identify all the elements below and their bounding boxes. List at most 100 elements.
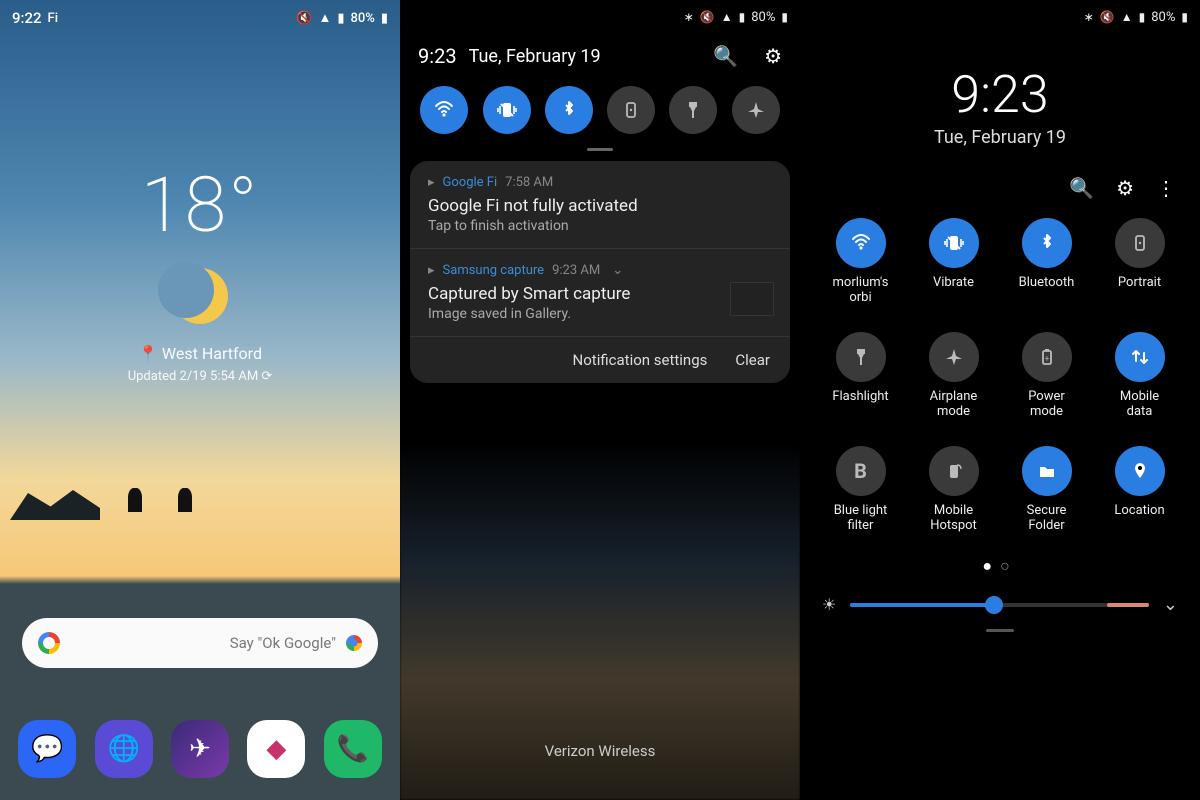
toggle-label: Airplane mode: [930, 390, 978, 420]
toggle-wifi[interactable]: morlium's orbi: [814, 218, 907, 306]
app-icon: ▸: [428, 175, 435, 190]
toggle-power[interactable]: Power mode: [1000, 332, 1093, 420]
signal-icon: ▮: [739, 10, 746, 24]
brightness-slider[interactable]: ☀ ⌄: [800, 576, 1200, 615]
location-icon: [1115, 446, 1165, 496]
toggle-bluetooth[interactable]: Bluetooth: [1000, 218, 1093, 306]
clock-date: Tue, February 19: [800, 127, 1200, 148]
bluetooth-icon: ∗: [1084, 10, 1094, 24]
chevron-down-icon[interactable]: ⌄: [612, 263, 623, 278]
notif-app: Google Fi: [443, 175, 498, 190]
toggle-hotspot[interactable]: Mobile Hotspot: [907, 446, 1000, 534]
notif-body: Tap to finish activation: [428, 218, 772, 234]
signal-icon: ▮: [337, 11, 344, 26]
toggle-label: Flashlight: [832, 390, 888, 420]
notification-item[interactable]: ▸ Google Fi 7:58 AM Google Fi not fully …: [410, 161, 790, 249]
quick-settings-panel: ∗ 🔇 ▲ ▮ 80% ▮ 9:23 Tue, February 19 🔍 ⚙ …: [800, 0, 1200, 800]
search-icon[interactable]: 🔍: [1069, 176, 1094, 200]
quick-settings-grid: morlium's orbi Vibrate Bluetooth Portrai…: [800, 208, 1200, 534]
status-bar: 9:22 Fi 🔇 ▲ ▮ 80% ▮: [0, 0, 400, 36]
page-indicator[interactable]: ●○: [800, 556, 1200, 576]
temperature: 18°: [0, 160, 400, 250]
clear-button[interactable]: Clear: [735, 351, 770, 369]
toggle-label: Mobile Hotspot: [930, 504, 977, 534]
mute-icon: 🔇: [296, 11, 312, 26]
weather-widget[interactable]: 18° 📍 West Hartford Updated 2/19 5:54 AM…: [0, 160, 400, 384]
google-logo-icon: [38, 632, 60, 654]
toggle-flashlight[interactable]: Flashlight: [814, 332, 907, 420]
app-dock: 💬 🌐 ✈ ◆ 📞: [0, 720, 400, 778]
toggle-label: Portrait: [1118, 276, 1161, 306]
battery-icon: ▮: [1181, 10, 1188, 24]
updated-label: Updated 2/19 5:54 AM ⟳: [0, 369, 400, 384]
notif-thumbnail[interactable]: [730, 282, 774, 316]
notification-card: ▸ Google Fi 7:58 AM Google Fi not fully …: [410, 161, 790, 383]
status-time: 9:22: [12, 9, 42, 27]
settings-icon[interactable]: ⚙: [764, 44, 782, 68]
toggle-vibrate[interactable]: [483, 86, 531, 134]
mute-icon: 🔇: [1100, 10, 1115, 24]
toggle-vibrate[interactable]: Vibrate: [907, 218, 1000, 306]
drag-handle[interactable]: [986, 629, 1014, 632]
overflow-icon[interactable]: ⋮: [1156, 176, 1176, 200]
airplane-icon: [929, 332, 979, 382]
notif-body: Image saved in Gallery.: [428, 306, 772, 322]
bluelight-icon: B: [836, 446, 886, 496]
brightness-icon: ☀: [822, 595, 836, 614]
notification-shade: ∗ 🔇 ▲ ▮ 80% ▮ 9:23 Tue, February 19 🔍 ⚙ …: [400, 0, 800, 800]
phone-app[interactable]: 📞: [324, 720, 382, 778]
toggle-portrait[interactable]: Portrait: [1093, 218, 1186, 306]
toggle-flashlight[interactable]: [669, 86, 717, 134]
quick-toggle-row: [400, 82, 800, 144]
notification-item[interactable]: ▸ Samsung capture 9:23 AM ⌄ Captured by …: [410, 249, 790, 337]
toggle-wifi[interactable]: [420, 86, 468, 134]
portrait-icon: [1115, 218, 1165, 268]
chevron-down-icon[interactable]: ⌄: [1163, 594, 1178, 615]
clock-time: 9:23: [800, 64, 1200, 125]
wifi-icon: ▲: [1121, 10, 1133, 24]
status-bar: ∗ 🔇 ▲ ▮ 80% ▮: [400, 0, 800, 34]
drag-handle[interactable]: [587, 148, 613, 151]
moon-icon: [172, 268, 228, 324]
toggle-label: Power mode: [1028, 390, 1065, 420]
home-screen: 9:22 Fi 🔇 ▲ ▮ 80% ▮ 18° 📍 West Hartford …: [0, 0, 400, 800]
toggle-bluetooth[interactable]: [545, 86, 593, 134]
music-app[interactable]: ◆: [247, 720, 305, 778]
wifi-icon: [836, 218, 886, 268]
rocket-app[interactable]: ✈: [171, 720, 229, 778]
toggle-airplane[interactable]: Airplane mode: [907, 332, 1000, 420]
toggle-label: morlium's orbi: [833, 276, 889, 306]
notif-app: Samsung capture: [443, 263, 545, 278]
search-icon[interactable]: 🔍: [713, 44, 738, 68]
toggle-rotation[interactable]: [607, 86, 655, 134]
toggle-label: Location: [1114, 504, 1164, 534]
toggle-location[interactable]: Location: [1093, 446, 1186, 534]
messages-app[interactable]: 💬: [18, 720, 76, 778]
notif-title: Captured by Smart capture: [428, 284, 772, 304]
flashlight-icon: [836, 332, 886, 382]
notif-title: Google Fi not fully activated: [428, 196, 772, 216]
toggle-bluelight[interactable]: B Blue light filter: [814, 446, 907, 534]
signal-icon: ▮: [1139, 10, 1146, 24]
battery-icon: ▮: [381, 11, 388, 26]
bluetooth-icon: [1022, 218, 1072, 268]
battery-pct: 80%: [751, 10, 775, 25]
toggle-secure[interactable]: Secure Folder: [1000, 446, 1093, 534]
slider-thumb[interactable]: [985, 596, 1003, 614]
mic-icon[interactable]: [346, 635, 362, 651]
toggle-mobiledata[interactable]: Mobile data: [1093, 332, 1186, 420]
mute-icon: 🔇: [700, 10, 715, 24]
slider-track[interactable]: [850, 603, 1149, 607]
status-bar: ∗ 🔇 ▲ ▮ 80% ▮: [800, 0, 1200, 34]
settings-icon[interactable]: ⚙: [1116, 176, 1134, 200]
battery-pct: 80%: [350, 11, 374, 26]
bluetooth-icon: ∗: [684, 10, 694, 24]
shade-time: 9:23: [418, 44, 457, 68]
internet-app[interactable]: 🌐: [95, 720, 153, 778]
vibrate-icon: [929, 218, 979, 268]
toggle-airplane[interactable]: [732, 86, 780, 134]
notification-settings-button[interactable]: Notification settings: [573, 351, 708, 369]
google-search-bar[interactable]: Say "Ok Google": [22, 618, 378, 668]
shade-header: 9:23 Tue, February 19 🔍 ⚙: [400, 34, 800, 82]
hotspot-icon: [929, 446, 979, 496]
